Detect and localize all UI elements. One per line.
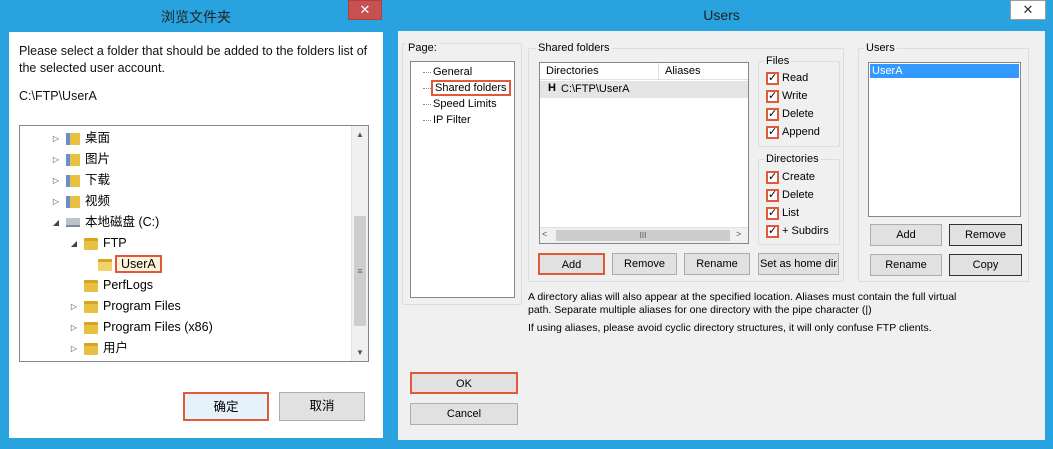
- column-directories[interactable]: Directories: [540, 63, 659, 80]
- remove-folder-button[interactable]: Remove: [612, 253, 677, 275]
- cyclic-warning-note: If using aliases, please avoid cyclic di…: [528, 322, 932, 334]
- shared-folders-label: Shared folders: [536, 42, 612, 54]
- collapse-icon[interactable]: ◢: [50, 212, 62, 233]
- directory-row[interactable]: H C:\FTP\UserA: [540, 81, 748, 98]
- tree-item-videos[interactable]: ▷ 视频: [50, 191, 110, 212]
- pictures-folder-icon: [66, 153, 80, 166]
- add-user-button[interactable]: Add: [870, 224, 942, 246]
- tree-item-desktop[interactable]: ▷ 桌面: [50, 128, 110, 149]
- expand-icon[interactable]: ▷: [50, 170, 62, 191]
- browse-title: 浏览文件夹: [161, 9, 231, 25]
- folder-icon: [84, 300, 98, 313]
- perm-create-checkbox[interactable]: ✓ Create: [766, 169, 815, 186]
- hscroll-thumb[interactable]: III: [556, 230, 730, 241]
- tree-item-program-files[interactable]: ▷ Program Files: [68, 296, 181, 317]
- perm-subdirs-checkbox[interactable]: ✓ + Subdirs: [766, 223, 829, 240]
- expand-icon[interactable]: ▷: [68, 296, 80, 317]
- scroll-right-icon[interactable]: >: [736, 229, 741, 239]
- cancel-button[interactable]: Cancel: [410, 403, 518, 425]
- users-label: Users: [864, 42, 897, 54]
- tree-item-downloads[interactable]: ▷ 下载: [50, 170, 110, 191]
- directory-path: C:\FTP\UserA: [561, 83, 630, 95]
- drive-icon: [66, 218, 80, 228]
- tree-item-perflogs[interactable]: PerfLogs: [68, 275, 153, 296]
- page-speed-limits[interactable]: Speed Limits: [423, 96, 497, 112]
- folder-icon: [84, 237, 98, 250]
- checkmark-icon: ✓: [766, 71, 779, 85]
- users-close-button[interactable]: ✕: [1010, 0, 1046, 20]
- checkmark-icon: ✓: [766, 89, 779, 103]
- user-list-item[interactable]: UserA: [870, 64, 1019, 78]
- ok-button[interactable]: 确定: [183, 392, 269, 421]
- expand-icon[interactable]: ▷: [50, 149, 62, 170]
- users-title: Users: [703, 7, 740, 23]
- list-horizontal-scrollbar[interactable]: < III >: [540, 227, 748, 243]
- expand-icon[interactable]: ▷: [50, 128, 62, 149]
- browse-folder-dialog: 浏览文件夹 ✕ Please select a folder that shou…: [0, 0, 392, 449]
- directories-label: Directories: [764, 153, 821, 165]
- checkmark-icon: ✓: [766, 206, 779, 220]
- expand-icon[interactable]: ▷: [68, 338, 80, 359]
- checkmark-icon: ✓: [766, 125, 779, 139]
- add-folder-button[interactable]: Add: [538, 253, 605, 275]
- directories-list[interactable]: Directories Aliases H C:\FTP\UserA < III…: [539, 62, 749, 244]
- files-label: Files: [764, 55, 792, 67]
- set-home-dir-button[interactable]: Set as home dir: [758, 253, 839, 275]
- scroll-up-icon[interactable]: ▲: [352, 126, 368, 143]
- column-aliases[interactable]: Aliases: [659, 63, 748, 80]
- scroll-down-icon[interactable]: ▼: [352, 344, 368, 361]
- browse-client-area: Please select a folder that should be ad…: [9, 32, 383, 438]
- expand-icon[interactable]: ▷: [68, 317, 80, 338]
- tree-item-usera[interactable]: UserA: [94, 254, 162, 275]
- checkmark-icon: ✓: [766, 188, 779, 202]
- expand-icon[interactable]: ▷: [50, 191, 62, 212]
- copy-user-button[interactable]: Copy: [949, 254, 1022, 276]
- page-tree[interactable]: General Shared folders Speed Limits IP F…: [410, 61, 515, 298]
- users-dialog: Users ✕ Page: General Shared folders Spe…: [390, 0, 1053, 449]
- tree-item-ftp[interactable]: ◢ FTP: [68, 233, 127, 254]
- home-dir-marker: H: [548, 82, 556, 94]
- browse-titlebar[interactable]: 浏览文件夹 ✕: [0, 0, 392, 32]
- selected-path: C:\FTP\UserA: [19, 89, 97, 103]
- tree-vertical-scrollbar[interactable]: ▲ ≡ ▼: [351, 126, 368, 361]
- collapse-icon[interactable]: ◢: [68, 233, 80, 254]
- downloads-folder-icon: [66, 174, 80, 187]
- browse-close-button[interactable]: ✕: [348, 0, 382, 20]
- page-ip-filter[interactable]: IP Filter: [423, 112, 471, 128]
- checkmark-icon: ✓: [766, 224, 779, 238]
- tree-item-pictures[interactable]: ▷ 图片: [50, 149, 110, 170]
- user-list[interactable]: UserA: [868, 62, 1021, 217]
- checkmark-icon: ✓: [766, 170, 779, 184]
- tree-item-program-files-x86[interactable]: ▷ Program Files (x86): [68, 317, 213, 338]
- folder-icon: [84, 279, 98, 292]
- remove-user-button[interactable]: Remove: [949, 224, 1022, 246]
- rename-folder-button[interactable]: Rename: [684, 253, 750, 275]
- page-label: Page:: [406, 42, 439, 54]
- perm-dir-delete-checkbox[interactable]: ✓ Delete: [766, 187, 814, 204]
- cancel-button[interactable]: 取消: [279, 392, 365, 421]
- alias-note: A directory alias will also appear at th…: [528, 291, 957, 316]
- scroll-left-icon[interactable]: <: [542, 229, 547, 239]
- open-folder-icon: [98, 258, 112, 271]
- folder-icon: [84, 321, 98, 334]
- page-shared-folders[interactable]: Shared folders: [423, 80, 511, 96]
- checkmark-icon: ✓: [766, 107, 779, 121]
- tree-item-users[interactable]: ▷ 用户: [68, 338, 128, 359]
- users-client-area: Page: General Shared folders Speed Limit…: [398, 31, 1045, 440]
- desktop-folder-icon: [66, 132, 80, 145]
- perm-write-checkbox[interactable]: ✓ Write: [766, 88, 807, 105]
- perm-append-checkbox[interactable]: ✓ Append: [766, 124, 820, 141]
- ok-button[interactable]: OK: [410, 372, 518, 394]
- page-general[interactable]: General: [423, 64, 472, 80]
- folder-tree[interactable]: ▷ 桌面 ▷ 图片 ▷ 下载 ▷ 视频 ◢ 本地磁盘 (C:) ◢ FTP UserA Pe…: [19, 125, 369, 362]
- rename-user-button[interactable]: Rename: [870, 254, 942, 276]
- perm-delete-checkbox[interactable]: ✓ Delete: [766, 106, 814, 123]
- perm-read-checkbox[interactable]: ✓ Read: [766, 70, 808, 87]
- scroll-thumb[interactable]: ≡: [354, 216, 366, 326]
- browse-description: Please select a folder that should be ad…: [19, 44, 368, 75]
- videos-folder-icon: [66, 195, 80, 208]
- perm-list-checkbox[interactable]: ✓ List: [766, 205, 799, 222]
- folder-icon: [84, 342, 98, 355]
- tree-item-local-disk[interactable]: ◢ 本地磁盘 (C:): [50, 212, 159, 233]
